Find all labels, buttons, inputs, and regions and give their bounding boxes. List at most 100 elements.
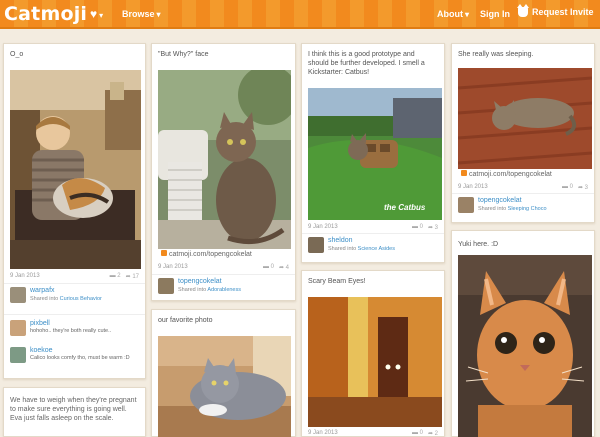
board-link[interactable]: Sleeping Choco — [508, 206, 547, 212]
comments-count-value: 0 — [270, 264, 274, 270]
post-card[interactable]: We have to weigh when they're pregnant t… — [3, 387, 146, 437]
shares-count[interactable]: ➦ 3 — [578, 184, 588, 191]
comment-icon: ▬ — [109, 273, 116, 279]
request-invite-button[interactable]: Request Invite — [517, 4, 594, 17]
shares-count[interactable]: ➦ 2 — [428, 430, 438, 437]
post-card[interactable]: She really was sleeping. catmoji.com/top… — [451, 43, 595, 223]
share-icon: ➦ — [278, 265, 284, 271]
comment-item: pixbell hohoho.. they're both really cut… — [10, 320, 111, 336]
watermark-bar: catmoji.com/topengcokelat — [458, 169, 592, 180]
post-card[interactable]: "But Why?" face catmoji.com/topengcokela… — [151, 43, 296, 301]
comment-icon: ▬ — [411, 430, 418, 436]
shared-by-line: warpafx Shared into Curious Behavior — [10, 287, 102, 303]
about-menu-button[interactable]: About ▾ — [437, 9, 469, 19]
post-date: 9 Jan 2013 — [308, 224, 338, 230]
username-link[interactable]: topengcokelat — [178, 278, 241, 285]
shared-by-line: topengcokelat Shared into Sleeping Choco — [458, 197, 547, 213]
post-title: O_o — [10, 51, 24, 58]
shared-prefix: Shared into — [30, 296, 60, 302]
comments-count-value: 2 — [117, 273, 121, 279]
browse-menu-button[interactable]: Browse ▾ — [122, 9, 161, 19]
shared-into-text: Shared into Sleeping Choco — [478, 206, 547, 212]
username-link[interactable]: pixbell — [30, 320, 111, 327]
shares-count-value: 3 — [584, 185, 588, 191]
chevron-down-icon: ▾ — [99, 11, 104, 20]
browse-label: Browse — [122, 9, 155, 19]
favorites-menu-button[interactable]: ♥ ▾ — [90, 6, 112, 23]
post-card[interactable]: Yuki here. :D — [451, 230, 595, 437]
comments-count[interactable]: ▬ 0 — [412, 224, 423, 231]
comments-count[interactable]: ▬ 0 — [263, 264, 274, 271]
post-photo[interactable]: catmoji.com/topengcokelat — [158, 70, 291, 260]
post-photo[interactable] — [158, 336, 291, 437]
post-date: 9 Jan 2013 — [158, 264, 188, 270]
username-link[interactable]: warpafx — [30, 287, 102, 294]
avatar[interactable] — [308, 237, 324, 253]
board-link[interactable]: Curious Behavior — [60, 296, 102, 302]
post-photo[interactable] — [308, 297, 442, 427]
watermark-text: catmoji.com/topengcokelat — [469, 171, 552, 178]
request-invite-label: Request Invite — [532, 7, 594, 17]
post-stats: ▬ 0 ➦ 3 — [412, 224, 438, 231]
comments-count[interactable]: ▬ 0 — [562, 184, 573, 191]
username-link[interactable]: koekoe — [30, 347, 130, 354]
post-text: We have to weigh when they're pregnant t… — [10, 397, 137, 422]
shares-count-value: 17 — [132, 274, 139, 280]
comment-icon: ▬ — [561, 184, 568, 190]
post-card[interactable]: I think this is a good prototype and sho… — [301, 43, 445, 263]
comments-count-value: 0 — [569, 184, 573, 190]
divider — [152, 274, 295, 275]
post-card[interactable]: our favorite photo — [151, 309, 296, 437]
shares-count[interactable]: ➦ 4 — [279, 264, 289, 271]
post-photo-image — [10, 70, 141, 269]
top-nav-bar: Catmoji ♥ ▾ Browse ▾ About ▾ Sign In Reques… — [0, 0, 600, 29]
shared-into-text: Shared into Science Asides — [328, 246, 395, 252]
shares-count-value: 3 — [434, 225, 438, 231]
post-photo-image — [158, 336, 291, 437]
share-icon: ➦ — [577, 185, 583, 191]
sign-in-link[interactable]: Sign In — [480, 9, 510, 19]
comment-text: hohoho.. they're both really cute.. — [30, 328, 112, 334]
post-stats: ▬ 0 ➦ 3 — [562, 184, 588, 191]
post-date: 9 Jan 2013 — [308, 430, 338, 436]
post-meta: 9 Jan 2013 ▬ 0 ➦ 3 — [308, 224, 438, 231]
username-link[interactable]: topengcokelat — [478, 197, 547, 204]
shares-count[interactable]: ➦ 3 — [428, 224, 438, 231]
username-link[interactable]: sheldon — [328, 237, 395, 244]
comments-count-value: 0 — [419, 430, 423, 436]
avatar[interactable] — [10, 347, 26, 363]
shared-prefix: Shared into — [328, 246, 358, 252]
watermark-bar: catmoji.com/topengcokelat — [158, 249, 291, 260]
comment-text: Calico looks comfy tho, must be warm :D — [30, 355, 130, 361]
comments-count[interactable]: ▬ 2 — [110, 273, 121, 280]
avatar[interactable] — [10, 287, 26, 303]
comments-count-value: 0 — [419, 224, 423, 230]
photo-caption: the Catbus — [384, 203, 426, 212]
cat-icon — [161, 250, 167, 256]
shared-into-text: Shared into Adorableness — [178, 287, 241, 293]
comments-count[interactable]: ▬ 0 — [412, 430, 423, 437]
board-link[interactable]: Science Asides — [358, 246, 395, 252]
chevron-down-icon: ▾ — [156, 10, 161, 19]
avatar[interactable] — [458, 197, 474, 213]
shared-prefix: Shared into — [178, 287, 208, 293]
catmoji-logo[interactable]: Catmoji — [4, 3, 87, 25]
post-photo-image — [458, 68, 592, 169]
post-meta: 9 Jan 2013 ▬ 0 ➦ 2 — [308, 430, 438, 437]
avatar[interactable] — [158, 278, 174, 294]
post-stats: ▬ 2 ➦ 17 — [110, 273, 139, 280]
shares-count-value: 4 — [285, 265, 289, 271]
post-title: I think this is a good prototype and sho… — [308, 51, 425, 76]
post-photo[interactable]: catmoji.com/topengcokelat — [458, 68, 592, 180]
watermark-text: catmoji.com/topengcokelat — [169, 251, 252, 258]
post-photo[interactable] — [10, 70, 141, 269]
post-photo[interactable]: the Catbus — [308, 88, 442, 220]
post-card[interactable]: Scary Beam Eyes! 9 Jan 2013 ▬ 0 ➦ 2 — [301, 270, 445, 437]
avatar[interactable] — [10, 320, 26, 336]
board-link[interactable]: Adorableness — [207, 287, 241, 293]
post-stats: ▬ 0 ➦ 2 — [412, 430, 438, 437]
post-card[interactable]: O_o 9 Jan 2013 ▬ 2 ➦ 17 warpafx Shared i… — [3, 43, 146, 379]
shares-count[interactable]: ➦ 17 — [126, 273, 139, 280]
shared-by-line: sheldon Shared into Science Asides — [308, 237, 395, 253]
post-photo[interactable] — [458, 255, 592, 437]
